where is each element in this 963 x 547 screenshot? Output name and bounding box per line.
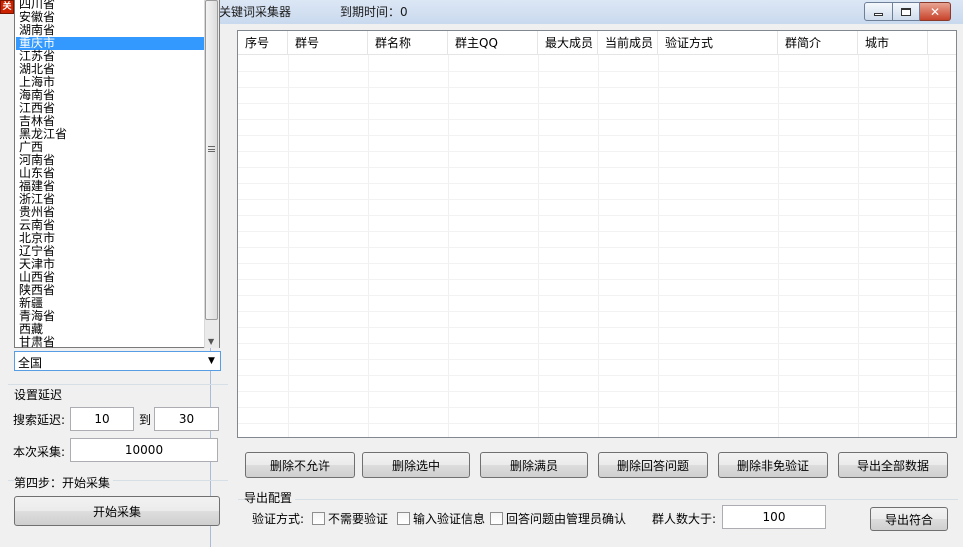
answer-admin-label: 回答问题由管理员确认 — [506, 512, 627, 526]
row-divider — [238, 343, 956, 344]
no-verify-checkbox[interactable] — [312, 512, 325, 525]
row-divider — [238, 423, 956, 424]
province-option[interactable]: 青海省 — [16, 310, 205, 323]
delete-answer-question-button[interactable]: 删除回答问题 — [598, 452, 708, 478]
column-header[interactable]: 验证方式 — [658, 31, 778, 55]
step4-group-title: 第四步：开始采集 — [14, 474, 114, 491]
row-divider — [238, 71, 956, 72]
input-info-checkbox[interactable] — [397, 512, 410, 525]
row-divider — [238, 375, 956, 376]
row-divider — [238, 407, 956, 408]
start-collect-button[interactable]: 开始采集 — [14, 496, 220, 526]
row-divider — [238, 327, 956, 328]
column-header[interactable]: 城市 — [858, 31, 928, 55]
opt-input-info[interactable]: 输入验证信息 — [397, 510, 485, 527]
minimize-button[interactable] — [864, 2, 893, 21]
column-header[interactable]: 序号 — [238, 31, 288, 55]
column-header[interactable]: 群名称 — [368, 31, 448, 55]
row-divider — [238, 247, 956, 248]
no-verify-label: 不需要验证 — [328, 512, 389, 526]
maximize-button[interactable] — [893, 2, 920, 21]
row-divider — [238, 391, 956, 392]
results-table[interactable] — [237, 30, 957, 438]
members-greater-label: 群人数大于: — [652, 512, 717, 526]
column-header[interactable]: 群号 — [288, 31, 368, 55]
expire-time-label: 到期时间：0 — [340, 5, 408, 19]
title-bar — [210, 0, 963, 24]
export-all-button[interactable]: 导出全部数据 — [838, 452, 948, 478]
row-divider — [238, 295, 956, 296]
input-info-label: 输入验证信息 — [413, 512, 486, 526]
close-button[interactable]: ✕ — [920, 2, 951, 21]
row-divider — [238, 119, 956, 120]
column-divider — [448, 55, 449, 437]
province-list-scroll-thumb[interactable] — [205, 0, 218, 320]
chevron-down-icon: ▼ — [208, 356, 215, 366]
province-dropdown-list[interactable]: 四川省 安徽省 湖南省 重庆市 江苏省 湖北省 上海市 海南省 江西省 吉林省 黑龙江省 广西 河南省山… — [14, 0, 220, 349]
close-icon: ✕ — [929, 4, 941, 19]
delete-selected-button[interactable]: 删除选中 — [362, 452, 470, 478]
province-option[interactable]: 黑龙江省 — [16, 128, 205, 141]
row-divider — [238, 263, 956, 264]
row-divider — [238, 103, 956, 104]
combo-dropdown-button[interactable]: ▼ — [203, 352, 220, 370]
minimize-icon — [874, 13, 883, 16]
row-divider — [238, 359, 956, 360]
row-divider — [238, 87, 956, 88]
column-header[interactable]: 最大成员 — [538, 31, 598, 55]
delete-non-free-verify-button[interactable]: 删除非免验证 — [718, 452, 828, 478]
row-divider — [238, 199, 956, 200]
province-combo[interactable] — [14, 351, 221, 371]
export-config-title: 导出配置 — [244, 489, 296, 506]
window-title: 关键词采集器 — [219, 5, 292, 19]
column-divider — [598, 55, 599, 437]
column-divider — [658, 55, 659, 437]
collect-count-label: 本次采集: — [13, 445, 66, 459]
delay-group-title: 设置延迟 — [14, 388, 63, 402]
opt-answer-admin[interactable]: 回答问题由管理员确认 — [490, 510, 626, 527]
members-threshold-input[interactable]: 100 — [722, 505, 826, 529]
scroll-grip-icon — [208, 146, 215, 152]
column-header[interactable]: 当前成员 — [598, 31, 658, 55]
export-match-button[interactable]: 导出符合 — [870, 507, 948, 531]
search-delay-label: 搜索延迟: — [13, 413, 66, 427]
column-divider — [288, 55, 289, 437]
row-divider — [238, 215, 956, 216]
row-divider — [238, 311, 956, 312]
delay-group-frame — [8, 384, 228, 385]
column-header[interactable]: 群简介 — [778, 31, 858, 55]
row-divider — [238, 231, 956, 232]
row-divider — [238, 279, 956, 280]
delay-to-input[interactable]: 30 — [154, 407, 219, 431]
window-controls: ✕ — [864, 2, 960, 21]
delay-to-label: 到 — [139, 413, 152, 427]
row-divider — [238, 183, 956, 184]
opt-no-verify[interactable]: 不需要验证 — [312, 510, 388, 527]
province-combo-value: 全国 — [18, 356, 43, 370]
province-option[interactable]: 甘肃省 — [16, 336, 205, 349]
column-divider — [538, 55, 539, 437]
scroll-down-arrow-icon[interactable]: ▼ — [208, 337, 214, 346]
delay-from-input[interactable]: 10 — [70, 407, 134, 431]
column-divider — [928, 55, 929, 437]
row-divider — [238, 135, 956, 136]
row-divider — [238, 167, 956, 168]
app-icon: 关 — [0, 0, 14, 14]
table-header: 序号 群号 群名称 群主QQ 最大成员 当前成员 验证方式 群简介 城市 — [238, 31, 956, 55]
row-divider — [238, 151, 956, 152]
delete-disallowed-button[interactable]: 删除不允许 — [245, 452, 355, 478]
column-divider — [368, 55, 369, 437]
verify-method-label: 验证方式: — [252, 512, 305, 526]
delete-full-button[interactable]: 删除满员 — [480, 452, 588, 478]
maximize-icon — [901, 7, 911, 16]
collect-count-input[interactable]: 10000 — [70, 438, 218, 462]
province-option[interactable]: 陕西省 — [16, 284, 205, 297]
column-divider — [778, 55, 779, 437]
export-config-frame — [238, 499, 958, 500]
column-divider — [858, 55, 859, 437]
column-header[interactable]: 群主QQ — [448, 31, 538, 55]
answer-admin-checkbox[interactable] — [490, 512, 503, 525]
